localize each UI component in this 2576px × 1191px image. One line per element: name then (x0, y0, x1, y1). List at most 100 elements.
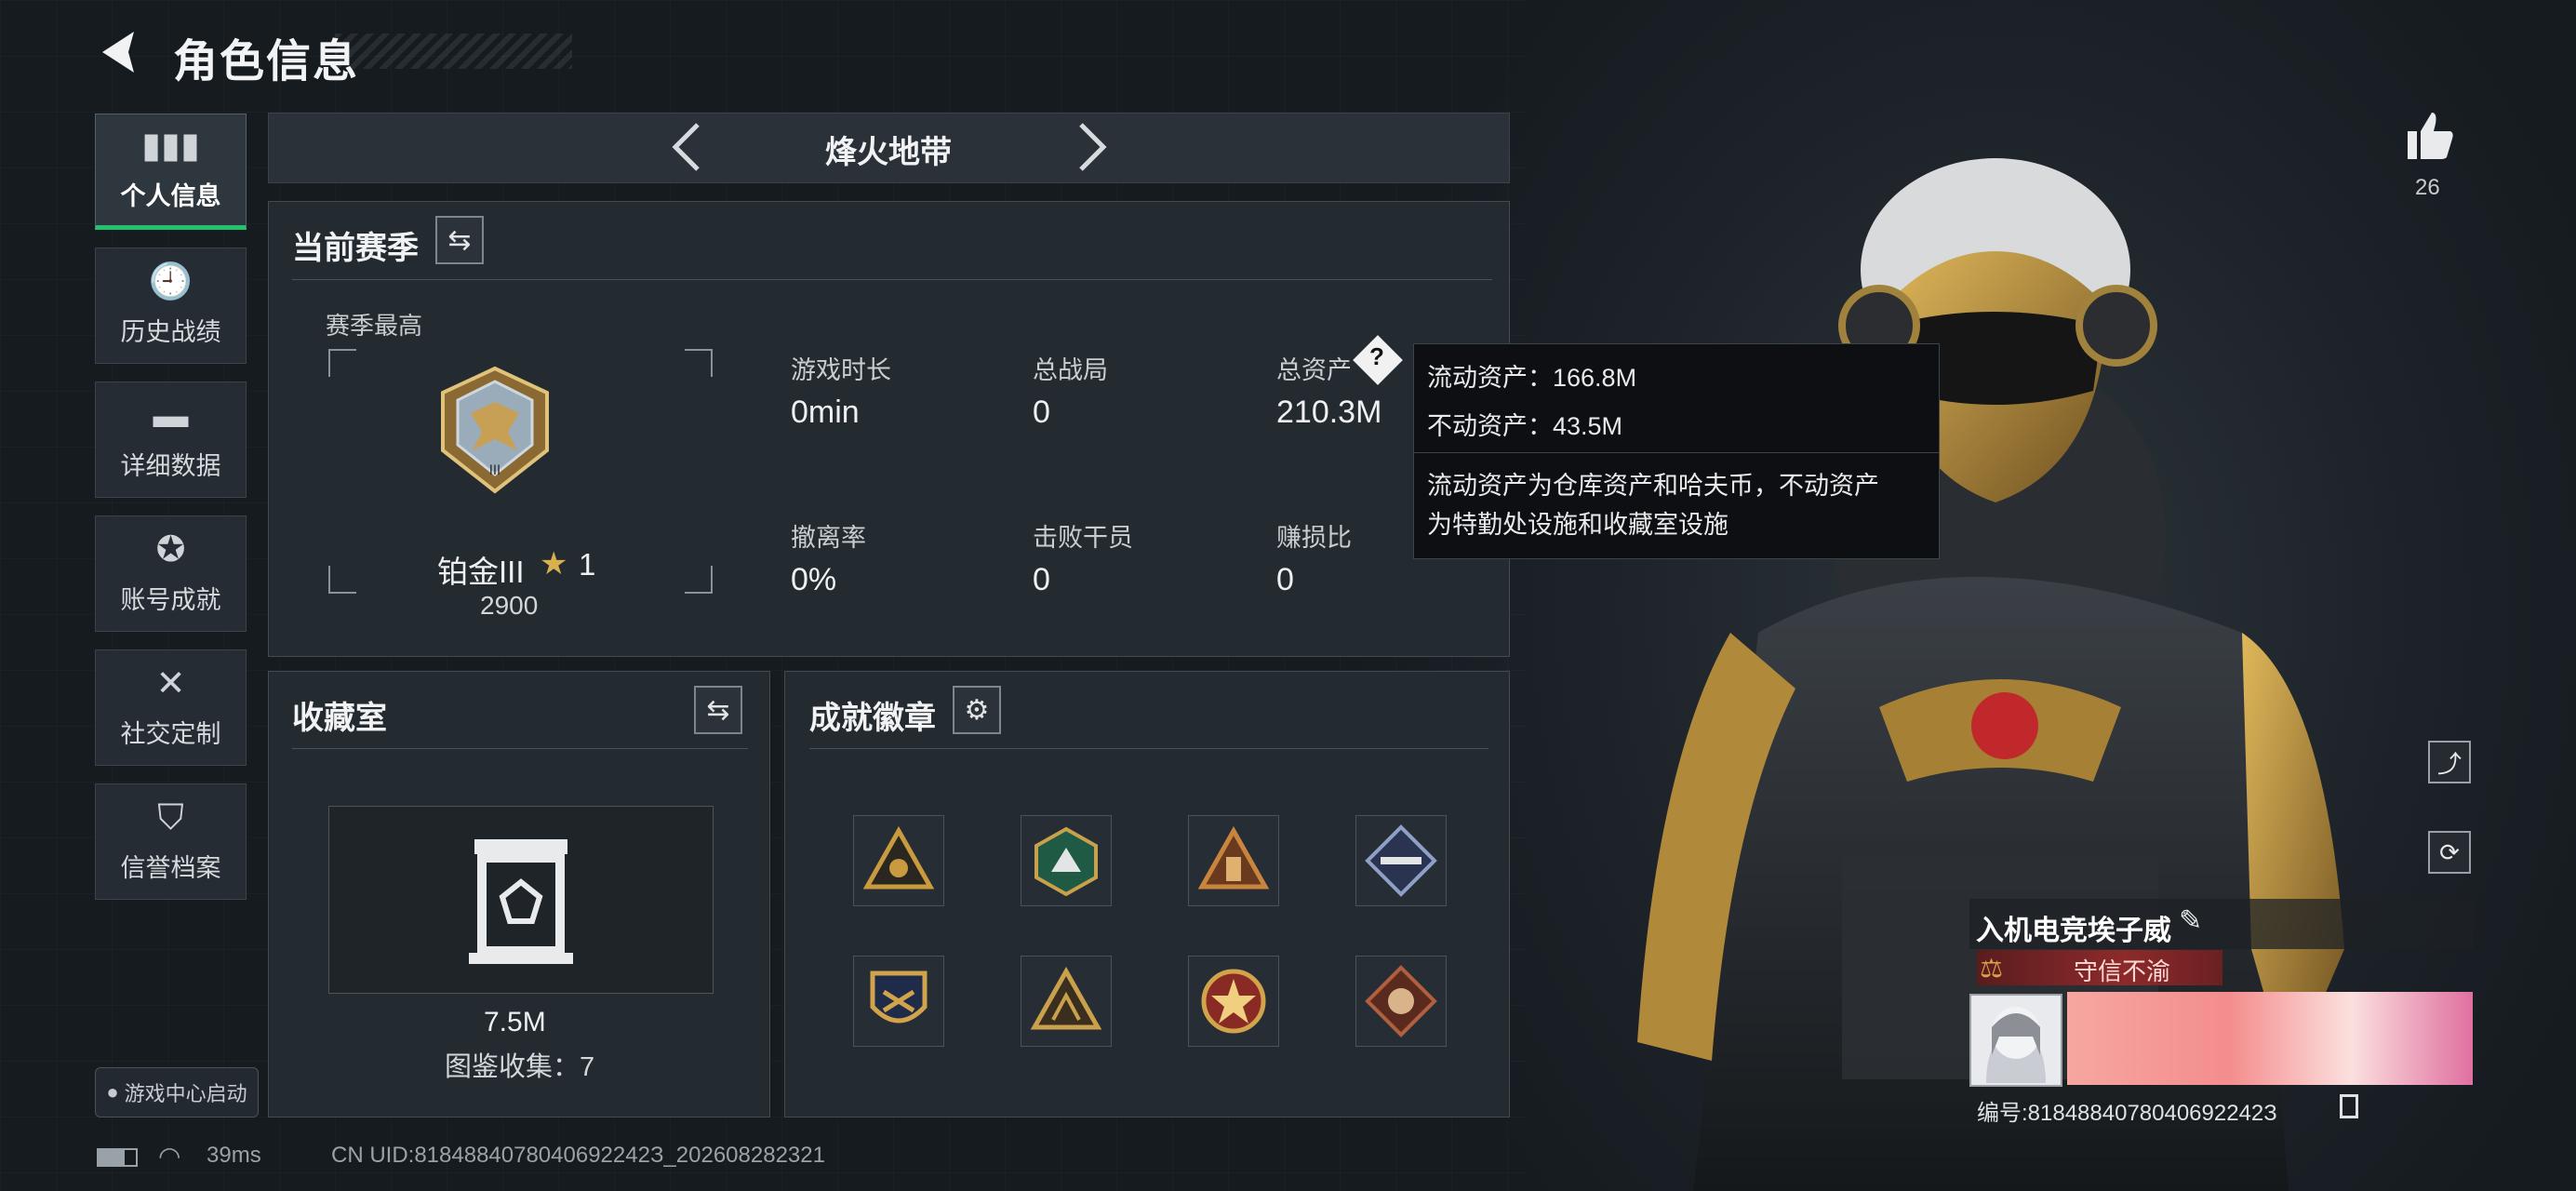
share-icon: ⤴ (2436, 749, 2462, 778)
season-swap-button[interactable]: ⇆ (435, 216, 484, 264)
collection-swap-button[interactable]: ⇆ (694, 686, 742, 734)
frame-corner (685, 566, 713, 594)
motto-banner: 守信不渝 (1977, 950, 2222, 985)
sidebar-item-history[interactable]: 🕘 历史战绩 (95, 248, 247, 364)
diamond-weapon-icon (1365, 824, 1437, 897)
frame-corner (685, 349, 713, 377)
stat-value-kills: 0 (1033, 562, 1050, 597)
mode-label: 烽火地带 (825, 135, 952, 170)
name-card-banner[interactable] (2067, 992, 2473, 1085)
hexagon-emblem-icon (1034, 826, 1098, 897)
sidebar-item-label: 社交定制 (120, 720, 221, 748)
divider (292, 279, 1492, 280)
tooltip-fixed: 不动资产：43.5M (1427, 412, 1623, 440)
chevron-left-icon[interactable] (668, 121, 705, 173)
achievements-settings-button[interactable]: ⚙ (953, 686, 1001, 734)
stat-value-profit-ratio: 0 (1276, 562, 1294, 597)
avatar-image (1986, 1007, 2046, 1083)
stat-value-assets: 210.3M (1276, 395, 1382, 430)
sidebar-item-social[interactable]: ✕ 社交定制 (95, 649, 247, 766)
chevron-right-icon[interactable] (1074, 121, 1111, 173)
shield-icon: ⛉ (157, 798, 184, 837)
divider (809, 748, 1488, 749)
rank-name: 铂金III (437, 555, 525, 589)
scale-icon: ⚖ (1980, 954, 2004, 983)
edit-icon[interactable]: ✎ (2179, 904, 2202, 937)
star-emblem-icon (1201, 969, 1266, 1034)
sidebar-item-label: 历史战绩 (120, 318, 221, 346)
stat-label-extraction: 撤离率 (791, 524, 866, 552)
assets-tooltip: 流动资产：166.8M 不动资产：43.5M 流动资产为仓库资产和哈夫币，不动资… (1413, 343, 1940, 559)
clock-icon: 🕘 (148, 262, 194, 301)
player-name: 入机电竞埃子威 (1976, 916, 2171, 946)
motto-text: 守信不渝 (2074, 957, 2171, 985)
collection-title: 收藏室 (292, 701, 387, 736)
uid-text: CN UID:8184884078040692242З_202608282321 (331, 1143, 825, 1168)
achievement-badge[interactable] (1355, 815, 1447, 906)
sidebar-item-label: 详细数据 (120, 452, 221, 480)
sidebar-item-label: 账号成就 (120, 586, 221, 614)
sidebar-item-personal-info[interactable]: ▮▮▮ 个人信息 (95, 114, 247, 230)
stat-label-matches: 总战局 (1033, 356, 1108, 384)
stat-label-playtime: 游戏时长 (791, 356, 891, 384)
question-mark-icon: ? (1369, 342, 1384, 370)
penguin-icon: ● (106, 1080, 119, 1104)
gear-icon: ⚙ (964, 694, 990, 726)
triangle-tower-icon (1197, 825, 1270, 890)
frame-corner (328, 566, 356, 594)
tooltip-desc-1: 流动资产为仓库资产和哈夫币，不动资产 (1427, 472, 1879, 500)
achievement-badge[interactable] (853, 956, 944, 1047)
rank-star-icon: ★ (540, 546, 568, 582)
copy-icon[interactable] (2340, 1094, 2358, 1118)
title-decoration (335, 33, 572, 69)
thumbs-up-icon[interactable] (2402, 107, 2458, 163)
stat-label-assets: 总资产 (1276, 356, 1352, 384)
achievement-badge[interactable] (853, 815, 944, 906)
achievement-badge[interactable] (1188, 956, 1279, 1047)
game-center-label: 游戏中心启动 (124, 1082, 247, 1105)
season-highest-label: 赛季最高 (326, 312, 423, 340)
back-arrow-icon[interactable] (97, 28, 140, 76)
ping-text: 39ms (207, 1143, 261, 1168)
rotate-icon: ⟳ (2439, 837, 2460, 866)
achievement-badge[interactable] (1021, 815, 1112, 906)
sidebar-item-details[interactable]: ▬ 详细数据 (95, 381, 247, 498)
likes-count: 26 (2415, 175, 2440, 200)
season-title: 当前赛季 (292, 231, 419, 266)
share-button[interactable]: ⤴ (2428, 741, 2471, 783)
sidebar-item-label: 信誉档案 (120, 854, 221, 882)
shield-emblem-icon (870, 970, 928, 1024)
svg-text:III: III (489, 463, 501, 478)
collection-count: 图鉴收集：7 (445, 1052, 595, 1082)
stat-value-extraction: 0% (791, 562, 837, 597)
sidebar-item-achievements[interactable]: ✪ 账号成就 (95, 515, 247, 632)
divider (1414, 452, 1939, 453)
rank-score: 2900 (480, 591, 539, 620)
stat-value-matches: 0 (1033, 395, 1050, 430)
stat-value-playtime: 0min (791, 395, 860, 430)
sidebar-item-credit[interactable]: ⛉ 信誉档案 (95, 783, 247, 900)
achievement-badge[interactable] (1188, 815, 1279, 906)
divider (292, 748, 748, 749)
achievements-title: 成就徽章 (809, 701, 936, 736)
vault-icon (469, 839, 573, 964)
achievement-badge[interactable] (1021, 956, 1112, 1047)
wifi-icon: ◠ (158, 1142, 181, 1171)
tooltip-liquid: 流动资产：166.8M (1427, 364, 1637, 392)
rank-stars: 1 (579, 547, 596, 582)
stat-label-profit-ratio: 赚损比 (1276, 524, 1352, 552)
tooltip-desc-2: 为特勤处设施和收藏室设施 (1427, 511, 1728, 539)
swap-icon: ⇆ (706, 694, 730, 726)
tools-icon: ✕ (155, 664, 186, 703)
game-center-button[interactable]: ● 游戏中心启动 (95, 1067, 259, 1117)
rank-emblem-icon: III (441, 366, 549, 494)
battery-icon (97, 1148, 138, 1167)
page-title: 角色信息 (173, 37, 360, 87)
swap-icon: ⇆ (447, 224, 472, 256)
achievement-badge[interactable] (1355, 956, 1447, 1047)
folder-icon: ▬ (153, 396, 189, 435)
diamond-beast-icon (1365, 965, 1437, 1037)
medal-icon: ✪ (155, 530, 186, 569)
sidebar-item-label: 个人信息 (120, 182, 221, 210)
rotate-button[interactable]: ⟳ (2428, 831, 2471, 874)
